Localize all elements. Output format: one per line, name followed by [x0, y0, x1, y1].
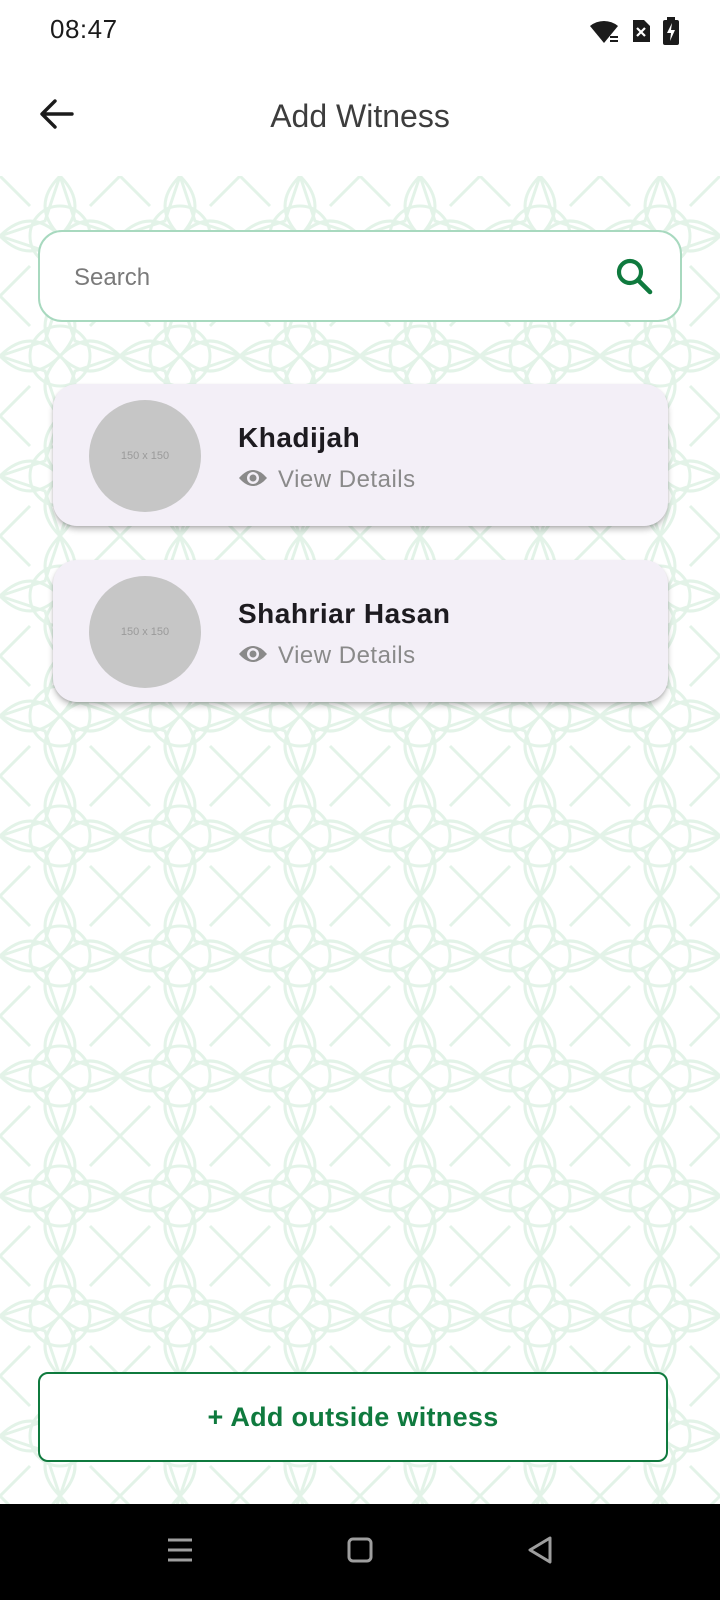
sim-off-icon	[630, 18, 652, 44]
nav-home-button[interactable]	[340, 1532, 380, 1572]
home-icon	[347, 1537, 373, 1568]
battery-charging-icon	[662, 17, 680, 45]
search-icon[interactable]	[614, 256, 654, 301]
avatar: 150 x 150	[89, 400, 201, 512]
witness-name: Shahriar Hasan	[238, 598, 451, 629]
view-details-label: View Details	[278, 642, 416, 669]
status-icons	[588, 16, 680, 46]
page-title: Add Witness	[270, 98, 450, 134]
background-pattern	[0, 176, 720, 1504]
witness-card[interactable]: 150 x 150 Shahriar Hasan View Details	[53, 560, 668, 702]
avatar-placeholder-text: 150 x 150	[120, 626, 170, 638]
avatar-placeholder-text: 150 x 150	[120, 450, 170, 462]
witness-name: Khadijah	[238, 422, 361, 453]
wifi-icon	[588, 16, 620, 46]
witness-card[interactable]: 150 x 150 Khadijah View Details	[53, 384, 668, 526]
add-outside-witness-button[interactable]: + Add outside witness	[38, 1372, 668, 1462]
eye-icon	[238, 643, 268, 670]
system-nav-bar	[0, 1504, 720, 1600]
view-details-link[interactable]: View Details	[238, 642, 416, 670]
avatar: 150 x 150	[89, 576, 201, 688]
view-details-link[interactable]: View Details	[238, 466, 416, 494]
view-details-label: View Details	[278, 466, 416, 493]
app-bar: Add Witness	[0, 64, 720, 176]
content-area: 150 x 150 Khadijah View Details 150 x 15…	[0, 176, 720, 1504]
status-bar: 08:47	[0, 0, 720, 64]
menu-icon	[166, 1537, 194, 1568]
back-triangle-icon	[526, 1535, 554, 1570]
nav-back-button[interactable]	[520, 1532, 560, 1572]
status-time: 08:47	[50, 14, 118, 44]
search-box	[38, 230, 682, 322]
nav-menu-button[interactable]	[160, 1532, 200, 1572]
search-input[interactable]	[72, 254, 596, 302]
eye-icon	[238, 467, 268, 494]
